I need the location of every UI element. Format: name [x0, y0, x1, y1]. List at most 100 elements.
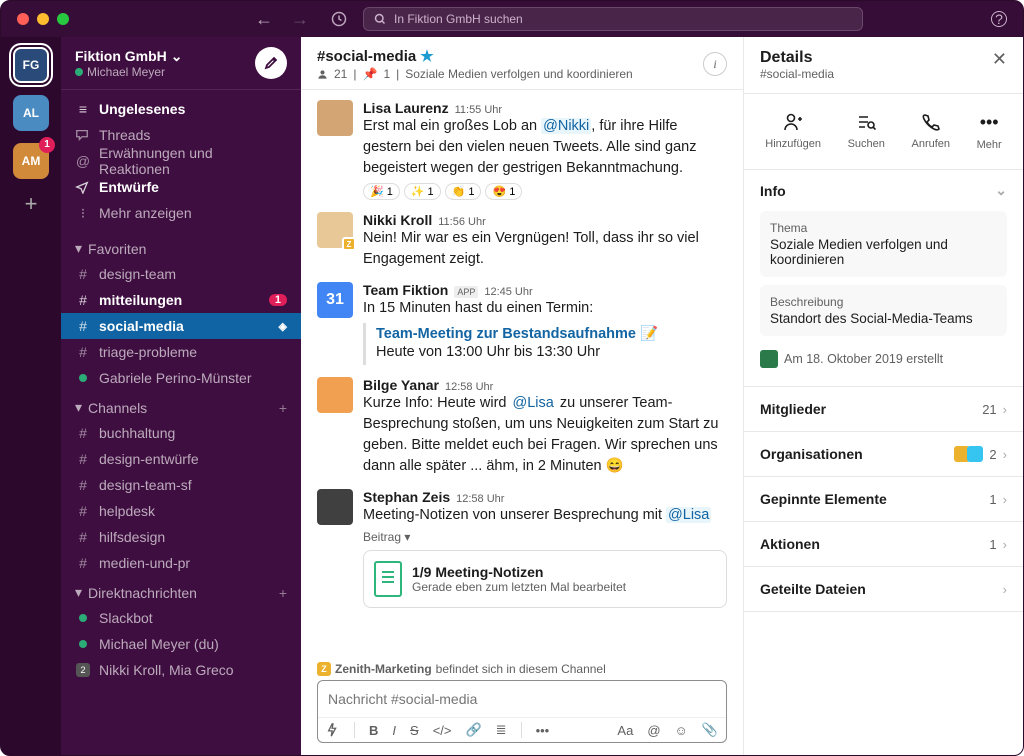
mention[interactable]: @Lisa — [511, 395, 556, 411]
ch-hilfsdesign[interactable]: #hilfsdesign — [61, 524, 301, 550]
ch-design-team-sf[interactable]: #design-team-sf — [61, 472, 301, 498]
attach-button[interactable]: 📎 — [702, 722, 718, 738]
reaction[interactable]: ✨1 — [404, 183, 441, 200]
avatar[interactable] — [317, 489, 353, 525]
sidebar-drafts[interactable]: Entwürfe — [61, 174, 301, 200]
mention[interactable]: @Lisa — [666, 507, 711, 523]
add-channel-button[interactable]: + — [279, 400, 287, 416]
dm-group[interactable]: 2Nikki Kroll, Mia Greco — [61, 657, 301, 683]
sidebar-mentions[interactable]: @Erwähnungen und Reaktionen — [61, 148, 301, 174]
author-name[interactable]: Lisa Laurenz — [363, 100, 449, 116]
channel-title[interactable]: #social-media ★ — [317, 47, 633, 65]
channel-topic[interactable]: Soziale Medien verfolgen und koordiniere… — [405, 67, 632, 81]
ch-buchhaltung[interactable]: #buchhaltung — [61, 420, 301, 446]
ch-medien-und-pr[interactable]: #medien-und-pr — [61, 550, 301, 576]
description-block[interactable]: Beschreibung Standort des Social-Media-T… — [760, 285, 1007, 336]
italic-button[interactable]: I — [392, 723, 396, 738]
bold-button[interactable]: B — [369, 723, 378, 738]
avatar[interactable] — [317, 377, 353, 413]
strike-button[interactable]: S — [410, 723, 419, 738]
fav-social-media[interactable]: #social-media◈ — [61, 313, 301, 339]
author-name[interactable]: Nikki Kroll — [363, 212, 432, 228]
attachment[interactable]: 1/9 Meeting-Notizen Gerade eben zum letz… — [363, 550, 727, 608]
message-composer: B I S </> 🔗 ≣ ••• Aa @ ☺ 📎 — [317, 680, 727, 743]
creator-avatar[interactable] — [760, 350, 778, 368]
org-icon: Z — [317, 662, 331, 676]
ch-helpdesk[interactable]: #helpdesk — [61, 498, 301, 524]
more-icon: ⁝ — [75, 205, 91, 222]
history-icon[interactable] — [331, 11, 347, 27]
actions-row[interactable]: Aktionen1› — [744, 522, 1023, 567]
add-person-icon — [783, 112, 803, 132]
workspace-fg[interactable]: FG — [13, 47, 49, 83]
message-input[interactable] — [318, 681, 726, 717]
workspace-rail: FG AL AM1 + — [1, 37, 61, 755]
minimize-window[interactable] — [37, 13, 49, 25]
compose-button[interactable] — [255, 47, 287, 79]
message: Stephan Zeis12:58 Uhr Meeting-Notizen vo… — [317, 483, 727, 614]
reaction[interactable]: 🎉1 — [363, 183, 400, 200]
workspace-am[interactable]: AM1 — [13, 143, 49, 179]
format-button[interactable]: Aa — [617, 723, 633, 738]
dms-heading[interactable]: ▾Direktnachrichten+ — [61, 576, 301, 605]
link-button[interactable]: 🔗 — [465, 722, 481, 738]
reaction[interactable]: 👏1 — [445, 183, 482, 200]
more-format-button[interactable]: ••• — [536, 723, 550, 738]
workspace-al[interactable]: AL — [13, 95, 49, 131]
avatar[interactable] — [317, 100, 353, 136]
more-button[interactable]: •••Mehr — [977, 112, 1002, 151]
shortcut-icon[interactable] — [326, 723, 340, 737]
post-label[interactable]: Beitrag ▾ — [363, 530, 727, 544]
message-text: In 15 Minuten hast du einen Termin: — [363, 298, 727, 319]
emoji-button[interactable]: ☺ — [675, 723, 688, 738]
list-button[interactable]: ≣ — [496, 722, 507, 738]
workspace-menu[interactable]: Fiktion GmbH ⌄ — [75, 48, 183, 65]
reaction[interactable]: 😍1 — [485, 183, 522, 200]
add-people-button[interactable]: Hinzufügen — [765, 112, 821, 151]
star-icon[interactable]: ★ — [420, 47, 433, 65]
dm-slackbot[interactable]: Slackbot — [61, 605, 301, 631]
channel-info-button[interactable]: i — [703, 52, 727, 76]
message: Z Nikki Kroll11:56 Uhr Nein! Mir war es … — [317, 206, 727, 276]
add-workspace-button[interactable]: + — [25, 191, 38, 217]
mention[interactable]: @Nikki — [541, 118, 591, 134]
author-name[interactable]: Stephan Zeis — [363, 489, 450, 505]
maximize-window[interactable] — [57, 13, 69, 25]
avatar[interactable]: Z — [317, 212, 353, 248]
chevron-right-icon: › — [1003, 447, 1007, 462]
help-icon[interactable]: ? — [991, 11, 1007, 27]
topic-block[interactable]: Thema Soziale Medien verfolgen und koord… — [760, 211, 1007, 277]
presence-icon — [75, 68, 83, 76]
files-row[interactable]: Geteilte Dateien› — [744, 567, 1023, 612]
event-title[interactable]: Team-Meeting zur Bestandsaufnahme 📝 — [376, 325, 727, 342]
fav-triage[interactable]: #triage-probleme — [61, 339, 301, 365]
author-name[interactable]: Team Fiktion — [363, 282, 448, 298]
forward-button[interactable]: → — [291, 9, 309, 30]
message: Bilge Yanar12:58 Uhr Kurze Info: Heute w… — [317, 371, 727, 483]
dm-self[interactable]: Michael Meyer (du) — [61, 631, 301, 657]
ch-design-entwuerfe[interactable]: #design-entwürfe — [61, 446, 301, 472]
author-name[interactable]: Bilge Yanar — [363, 377, 439, 393]
code-button[interactable]: </> — [433, 723, 452, 738]
fav-mitteilungen[interactable]: #mitteilungen1 — [61, 287, 301, 313]
sidebar-unread[interactable]: ≡Ungelesenes — [61, 96, 301, 122]
info-section-header[interactable]: Info⌄ — [744, 170, 1023, 211]
favorites-heading[interactable]: ▾Favoriten — [61, 232, 301, 261]
fav-design-team[interactable]: #design-team — [61, 261, 301, 287]
search-input[interactable]: In Fiktion GmbH suchen — [363, 7, 863, 31]
members-row[interactable]: Mitglieder21› — [744, 387, 1023, 432]
sidebar-more[interactable]: ⁝Mehr anzeigen — [61, 200, 301, 226]
close-details-button[interactable]: ✕ — [992, 49, 1007, 70]
find-button[interactable]: Suchen — [848, 112, 885, 151]
channels-heading[interactable]: ▾Channels+ — [61, 391, 301, 420]
pinned-row[interactable]: Gepinnte Elemente1› — [744, 477, 1023, 522]
close-window[interactable] — [17, 13, 29, 25]
back-button[interactable]: ← — [255, 9, 273, 30]
avatar[interactable]: 31 — [317, 282, 353, 318]
add-dm-button[interactable]: + — [279, 585, 287, 601]
mention-button[interactable]: @ — [647, 723, 660, 738]
fav-gabriele[interactable]: Gabriele Perino-Münster — [61, 365, 301, 391]
search-placeholder: In Fiktion GmbH suchen — [394, 12, 523, 26]
call-button[interactable]: Anrufen — [911, 112, 950, 151]
orgs-row[interactable]: Organisationen2› — [744, 432, 1023, 477]
